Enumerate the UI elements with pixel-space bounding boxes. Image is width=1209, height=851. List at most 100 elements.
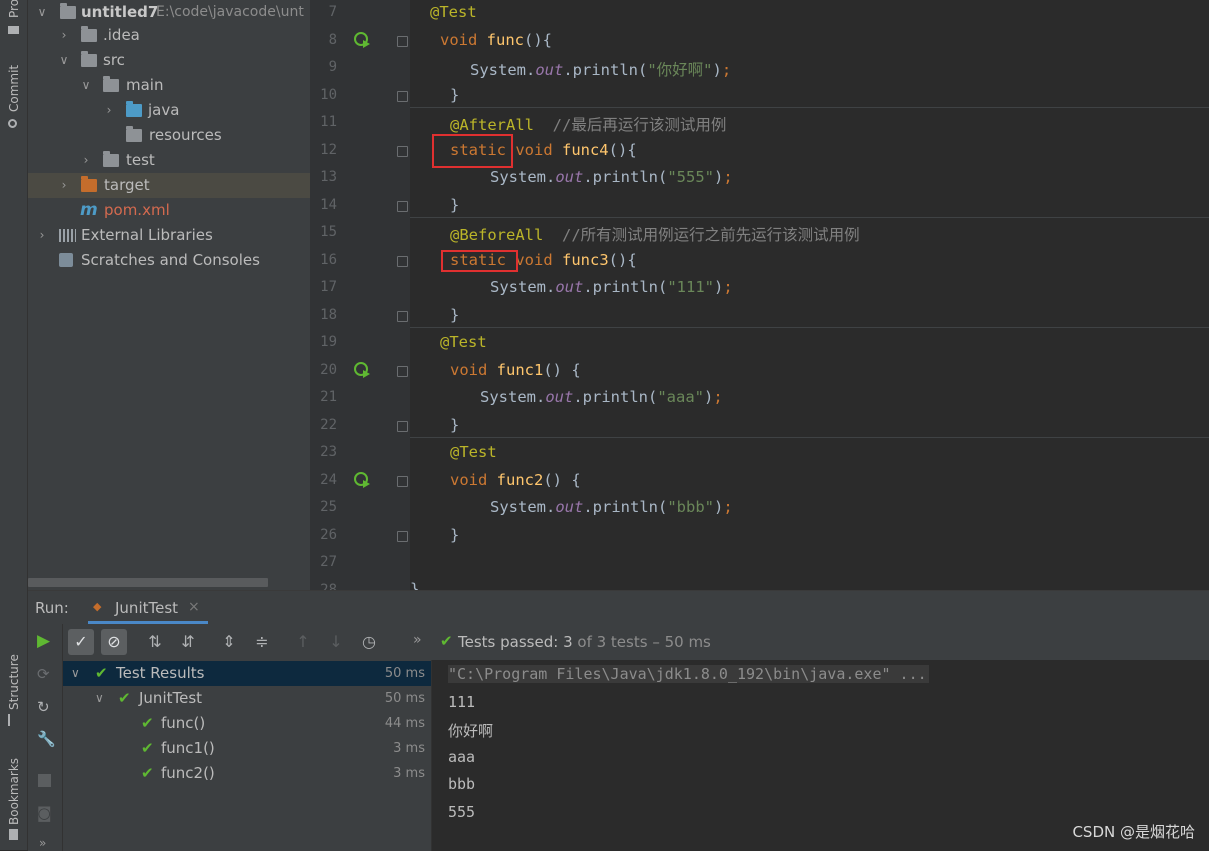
run-panel: Run: ◆ JunitTest × ✓ ⊘ ⇅ ⇵ ⇕ ≑ ↑ ↓ ◷ » ✔… xyxy=(28,590,1209,851)
result-label: JunitTest xyxy=(139,689,203,707)
chevron-down-icon[interactable]: ∨ xyxy=(57,48,71,73)
code-line-18: } xyxy=(450,306,460,324)
tree-root[interactable]: ∨ untitled7 E:\code\javacode\unt xyxy=(28,0,310,25)
tree-item-java[interactable]: › java xyxy=(28,98,310,123)
tree-item-test[interactable]: › test xyxy=(28,148,310,173)
chevron-right-icon[interactable]: › xyxy=(35,223,49,248)
result-label: func() xyxy=(161,714,206,732)
chevron-right-icon[interactable]: › xyxy=(57,23,71,48)
run-test-icon[interactable] xyxy=(353,31,371,49)
wrench-icon[interactable]: 🔧 xyxy=(37,730,56,748)
status-suffix: of 3 tests – 50 ms xyxy=(577,633,711,651)
arrow-up-icon: ↑ xyxy=(296,632,310,651)
maven-icon: m xyxy=(80,200,98,220)
result-row-func[interactable]: ✔ func() 44 ms xyxy=(63,711,431,736)
result-row-func2[interactable]: ✔ func2() 3 ms xyxy=(63,761,431,786)
code-line-23: @Test xyxy=(450,443,497,461)
sort-by-duration-button[interactable]: ⇵ xyxy=(175,629,201,655)
commit-tool-tab[interactable]: Commit xyxy=(7,65,21,112)
chevron-right-icon[interactable]: › xyxy=(57,173,71,198)
show-ignored-button[interactable]: ⊘ xyxy=(101,629,127,655)
next-failed-button[interactable]: ↓ xyxy=(323,629,349,655)
tree-item-label: test xyxy=(126,151,155,169)
chevron-down-icon[interactable]: ∨ xyxy=(35,0,49,25)
chevron-down-icon[interactable]: ∨ xyxy=(79,73,93,98)
tree-item-label: src xyxy=(103,51,125,69)
highlight-box xyxy=(432,134,513,168)
tree-item-pom[interactable]: m pom.xml xyxy=(28,198,310,223)
bookmarks-tool-tab[interactable]: Bookmarks xyxy=(7,758,21,825)
chevron-down-icon[interactable]: ∨ xyxy=(71,661,80,686)
tree-item-resources[interactable]: resources xyxy=(28,123,310,148)
project-horizontal-scrollbar[interactable] xyxy=(28,578,268,587)
fold-icon[interactable] xyxy=(397,421,408,432)
line-number: 8 xyxy=(328,32,337,48)
result-row-test-results[interactable]: ∨ ✔ Test Results 50 ms xyxy=(63,661,431,686)
tree-item-idea[interactable]: › .idea xyxy=(28,23,310,48)
root-name: untitled7 xyxy=(81,3,159,21)
tree-item-external-libraries[interactable]: › External Libraries xyxy=(28,223,310,248)
previous-failed-button[interactable]: ↑ xyxy=(290,629,316,655)
result-row-func1[interactable]: ✔ func1() 3 ms xyxy=(63,736,431,761)
left-tool-strip: Pro Commit Structure Bookmarks xyxy=(0,0,28,850)
code-line-24: void func2() { xyxy=(450,471,581,489)
passed-check-icon: ✔ xyxy=(440,632,453,650)
result-time: 3 ms xyxy=(393,766,425,781)
sort-alphabetically-button[interactable]: ⇅ xyxy=(142,629,168,655)
tree-item-target[interactable]: › target xyxy=(28,173,310,198)
run-test-icon[interactable] xyxy=(353,471,371,489)
code-line-17: System.out.println("111"); xyxy=(490,278,733,296)
fold-icon[interactable] xyxy=(397,531,408,542)
project-tool-tab[interactable]: Pro xyxy=(7,0,21,18)
close-icon[interactable]: × xyxy=(188,599,200,615)
code-line-21: System.out.println("aaa"); xyxy=(480,388,723,406)
expand-all-button[interactable]: ⇕ xyxy=(216,629,242,655)
passed-check-icon: ✔ xyxy=(141,764,154,782)
more-chevrons-icon[interactable]: » xyxy=(39,836,46,850)
scratches-icon xyxy=(59,253,73,267)
result-time: 44 ms xyxy=(384,716,425,731)
test-history-button[interactable]: ◷ xyxy=(356,629,382,655)
root-path: E:\code\javacode\unt xyxy=(156,4,304,20)
line-number: 22 xyxy=(320,417,337,433)
chevron-right-icon[interactable]: › xyxy=(102,98,116,123)
code-editor[interactable]: 7 8 9 10 11 12 13 14 15 16 17 18 19 20 2… xyxy=(310,0,1209,590)
passed-check-icon: ✔ xyxy=(118,689,131,707)
code-line-7: @Test xyxy=(430,3,477,21)
code-line-14: } xyxy=(450,196,460,214)
fold-icon[interactable] xyxy=(397,311,408,322)
collapse-all-button[interactable]: ≑ xyxy=(249,629,275,655)
tree-item-src[interactable]: ∨ src xyxy=(28,48,310,73)
tree-item-scratches[interactable]: Scratches and Consoles xyxy=(28,248,310,273)
tab-junittest[interactable]: ◆ JunitTest × xyxy=(88,591,208,624)
more-chevrons-icon[interactable]: » xyxy=(413,632,422,648)
run-test-icon[interactable] xyxy=(353,361,371,379)
fold-icon[interactable] xyxy=(397,256,408,267)
show-passed-button[interactable]: ✓ xyxy=(68,629,94,655)
tree-item-label: resources xyxy=(149,126,222,144)
fold-icon[interactable] xyxy=(397,201,408,212)
fold-icon[interactable] xyxy=(397,366,408,377)
structure-tool-tab[interactable]: Structure xyxy=(7,654,21,710)
result-label: Test Results xyxy=(116,664,205,682)
method-separator xyxy=(410,437,1209,438)
fold-icon[interactable] xyxy=(397,91,408,102)
history-clock-icon: ◷ xyxy=(362,632,376,651)
chevron-down-icon[interactable]: ∨ xyxy=(95,686,104,711)
code-line-13: System.out.println("555"); xyxy=(490,168,733,186)
console-line: aaa xyxy=(448,748,476,766)
chevron-right-icon[interactable]: › xyxy=(79,148,93,173)
stop-icon[interactable] xyxy=(38,774,51,787)
fold-icon[interactable] xyxy=(397,476,408,487)
toggle-auto-test-icon[interactable]: ↻ xyxy=(37,698,50,716)
result-row-junittest[interactable]: ∨ ✔ JunitTest 50 ms xyxy=(63,686,431,711)
tree-item-main[interactable]: ∨ main xyxy=(28,73,310,98)
camera-icon[interactable]: ◙ xyxy=(37,804,52,822)
rerun-play-icon[interactable]: ▶ xyxy=(37,631,50,651)
fold-icon[interactable] xyxy=(397,36,408,47)
module-folder-icon xyxy=(60,3,76,19)
code-line-22: } xyxy=(450,416,460,434)
fold-icon[interactable] xyxy=(397,146,408,157)
rerun-failed-icon[interactable]: ⟳ xyxy=(37,665,50,683)
console-output[interactable]: "C:\Program Files\Java\jdk1.8.0_192\bin\… xyxy=(431,660,1209,851)
